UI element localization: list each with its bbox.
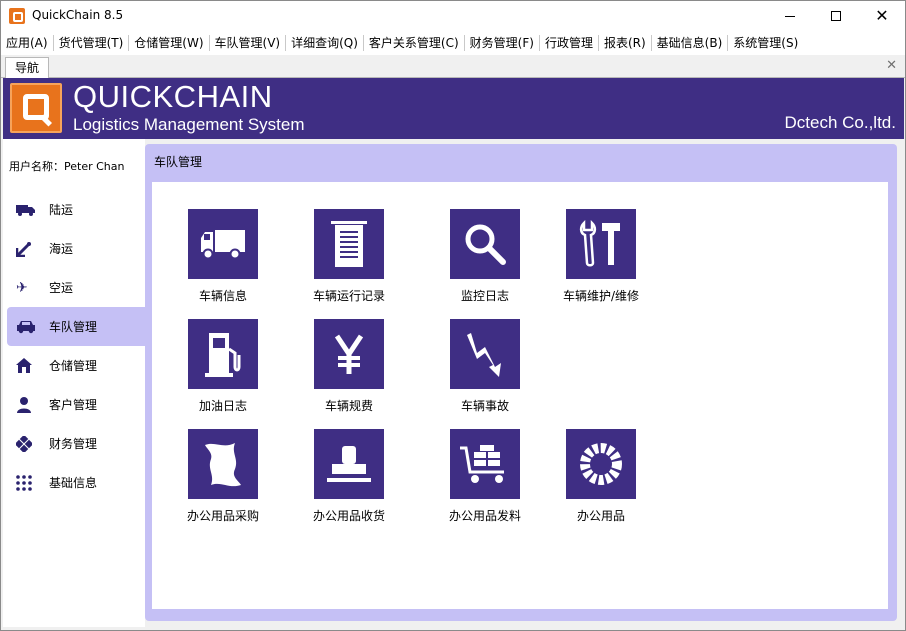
sidebar-item-air[interactable]: ✈ 空运 xyxy=(3,268,145,307)
panel-body: 车辆信息 车辆运行记录 监控日志 车辆维护/维修 加油日志 车辆规费 车辆事故 … xyxy=(152,182,888,609)
user-name: 用户名称：Peter Chan xyxy=(9,160,125,173)
sidebar-item-finance[interactable]: 财务管理 xyxy=(3,424,145,463)
sidebar-nav: 陆运 海运 ✈ 空运 车队管理 仓储管理 客户管理 财务管理 基础信息 xyxy=(3,190,145,502)
tools-icon xyxy=(566,209,636,279)
minimize-button[interactable] xyxy=(767,1,813,31)
airplane-icon: ✈ xyxy=(16,279,28,296)
app-icon xyxy=(9,8,25,24)
tile-label: 办公用品采购 xyxy=(186,509,259,523)
tile-vehicle-maintenance[interactable]: 车辆维护/维修 xyxy=(536,209,666,304)
tile-label: 办公用品收货 xyxy=(312,509,385,523)
fuel-pump-icon xyxy=(188,319,258,389)
company-name: Dctech Co.,ltd. xyxy=(784,113,897,132)
cart-icon xyxy=(450,429,520,499)
tile-office-supplies[interactable]: 办公用品 xyxy=(536,429,666,524)
paper-icon xyxy=(188,429,258,499)
sidebar-item-fleet[interactable]: 车队管理 xyxy=(7,307,145,346)
tab-strip: 导航 ✕ xyxy=(1,55,905,78)
yen-icon xyxy=(314,319,384,389)
sidebar-item-label: 财务管理 xyxy=(49,437,98,451)
tile-vehicle-info[interactable]: 车辆信息 xyxy=(158,209,288,304)
brand-name: QUICKCHAIN xyxy=(73,79,273,114)
sidebar: 用户名称：Peter Chan 陆运 海运 ✈ 空运 车队管理 仓储管理 客户管… xyxy=(3,139,145,627)
tile-label: 车辆信息 xyxy=(198,289,247,303)
menu-fleet[interactable]: 车队管理(V) xyxy=(210,31,286,55)
tile-fuel-log[interactable]: 加油日志 xyxy=(158,319,288,414)
fleet-panel: 车队管理 车辆信息 车辆运行记录 监控日志 车辆维护/维修 加油日志 车辆规费 … xyxy=(145,144,897,621)
grid-dots-icon xyxy=(16,474,38,491)
truck-icon xyxy=(16,202,38,218)
tile-label: 车辆规费 xyxy=(324,399,373,413)
menu-crm[interactable]: 客户关系管理(C) xyxy=(364,31,464,55)
brand-subtitle: Logistics Management System xyxy=(73,115,305,134)
close-button[interactable]: ✕ xyxy=(859,1,905,31)
sidebar-item-land[interactable]: 陆运 xyxy=(3,190,145,229)
sidebar-item-label: 客户管理 xyxy=(49,398,98,412)
tile-office-purchase[interactable]: 办公用品采购 xyxy=(158,429,288,524)
menu-forwarding[interactable]: 货代管理(T) xyxy=(54,31,129,55)
menu-query[interactable]: 详细查询(Q) xyxy=(286,31,363,55)
tile-vehicle-log[interactable]: 车辆运行记录 xyxy=(284,209,414,304)
sidebar-item-label: 仓储管理 xyxy=(49,359,98,373)
tile-label: 车辆事故 xyxy=(460,399,509,413)
diamond-icon xyxy=(16,435,38,452)
tile-office-receipt[interactable]: 办公用品收货 xyxy=(284,429,414,524)
menu-warehouse[interactable]: 仓储管理(W) xyxy=(129,31,208,55)
tile-label: 办公用品 xyxy=(576,509,625,523)
quickchain-logo xyxy=(10,83,62,133)
window-title: QuickChain 8.5 xyxy=(32,8,124,22)
menu-basic-info[interactable]: 基础信息(B) xyxy=(652,31,728,55)
car-icon xyxy=(16,319,38,335)
menu-system[interactable]: 系统管理(S) xyxy=(728,31,803,55)
menu-app[interactable]: 应用(A) xyxy=(1,31,53,55)
log-sheet-icon xyxy=(314,209,384,279)
stamp-icon xyxy=(314,429,384,499)
tile-monitor-log[interactable]: 监控日志 xyxy=(420,209,550,304)
tile-office-issue[interactable]: 办公用品发料 xyxy=(420,429,550,524)
sidebar-item-customer[interactable]: 客户管理 xyxy=(3,385,145,424)
sidebar-item-label: 空运 xyxy=(49,281,74,295)
close-tab-icon[interactable]: ✕ xyxy=(886,58,897,73)
tile-vehicle-accident[interactable]: 车辆事故 xyxy=(420,319,550,414)
tile-label: 办公用品发料 xyxy=(448,509,521,523)
menu-reports[interactable]: 报表(R) xyxy=(599,31,651,55)
tab-navigation[interactable]: 导航 xyxy=(5,57,49,78)
menu-finance[interactable]: 财务管理(F) xyxy=(465,31,539,55)
panel-title: 车队管理 xyxy=(154,155,203,169)
gear-ring-icon xyxy=(566,429,636,499)
tile-label: 加油日志 xyxy=(198,399,247,413)
truck-icon xyxy=(188,209,258,279)
sidebar-item-label: 海运 xyxy=(49,242,74,256)
tile-label: 车辆运行记录 xyxy=(312,289,385,303)
tile-vehicle-fees[interactable]: 车辆规费 xyxy=(284,319,414,414)
anchor-icon xyxy=(16,241,38,257)
app-window: QuickChain 8.5 ✕ 应用(A) 货代管理(T) 仓储管理(W) 车… xyxy=(0,0,906,631)
maximize-button[interactable] xyxy=(813,1,859,31)
tile-label: 监控日志 xyxy=(460,289,509,303)
maximize-icon xyxy=(831,11,841,21)
sidebar-item-label: 车队管理 xyxy=(49,320,98,334)
sidebar-item-warehouse[interactable]: 仓储管理 xyxy=(3,346,145,385)
sidebar-item-basic-info[interactable]: 基础信息 xyxy=(3,463,145,502)
person-icon xyxy=(16,396,38,413)
title-bar: QuickChain 8.5 ✕ xyxy=(1,1,905,31)
magnifier-icon xyxy=(450,209,520,279)
lightning-icon xyxy=(450,319,520,389)
logo-mark-icon xyxy=(23,94,49,120)
close-icon: ✕ xyxy=(875,6,889,25)
minimize-icon xyxy=(785,15,795,17)
app-banner: QUICKCHAIN Logistics Management System D… xyxy=(3,78,904,139)
tile-label: 车辆维护/维修 xyxy=(562,289,640,303)
menu-bar: 应用(A) 货代管理(T) 仓储管理(W) 车队管理(V) 详细查询(Q) 客户… xyxy=(1,31,905,55)
sidebar-item-label: 陆运 xyxy=(49,203,74,217)
warehouse-icon xyxy=(16,358,38,374)
menu-admin[interactable]: 行政管理 xyxy=(540,31,598,55)
sidebar-item-sea[interactable]: 海运 xyxy=(3,229,145,268)
sidebar-item-label: 基础信息 xyxy=(49,476,98,490)
